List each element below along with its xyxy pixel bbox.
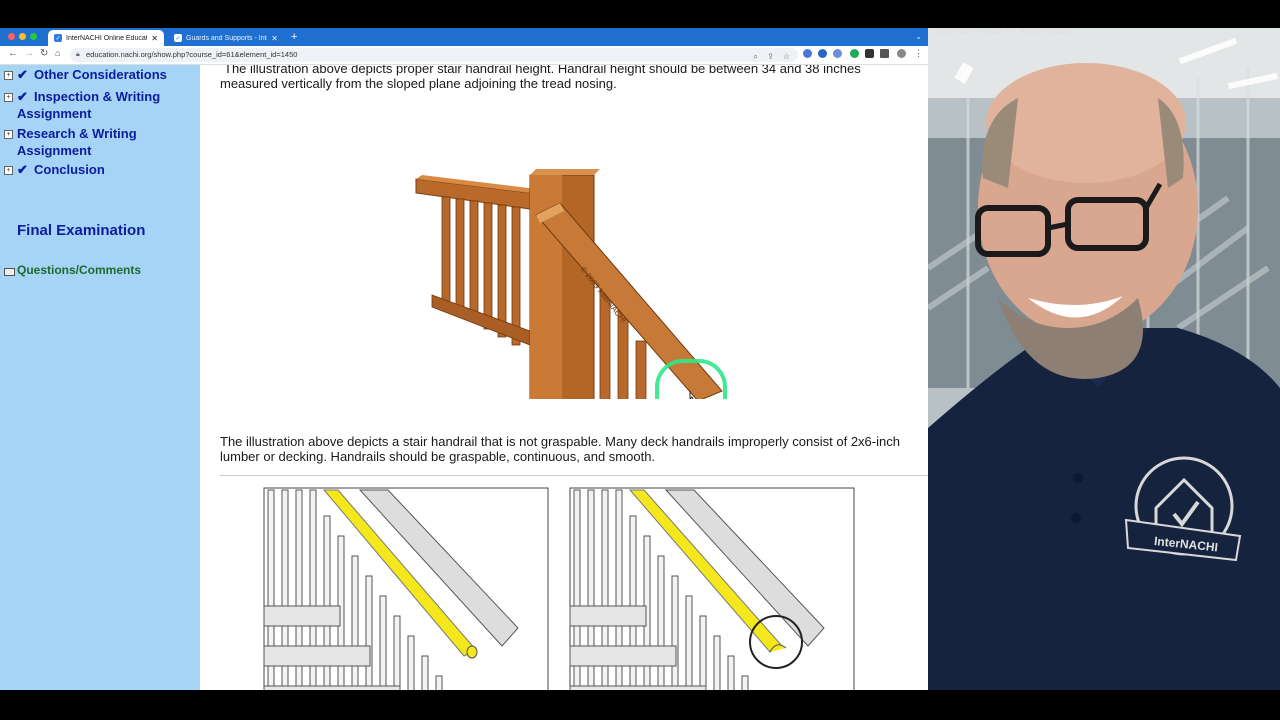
extension-icon[interactable] xyxy=(818,49,827,58)
tab-title: InterNACHI Online Education xyxy=(66,34,148,42)
sidebar-item-label: Inspection & Writing xyxy=(34,89,161,104)
sidebar-panel-icon[interactable] xyxy=(880,49,889,58)
close-tab-icon[interactable]: ✕ xyxy=(271,34,278,43)
sidebar-item-label: Assignment xyxy=(17,143,92,158)
tab-guards-and-supports[interactable]: ✓ Guards and Supports - InterNACHI ✕ xyxy=(168,30,284,46)
webcam-title: Quick Camera: [C922 Pro Stream Webcam] xyxy=(936,28,1073,35)
questions-comments-link[interactable]: Questions/Comments xyxy=(17,263,141,277)
zoom-icon[interactable]: ⌕ xyxy=(754,50,758,64)
sidebar-item-label: Conclusion xyxy=(34,162,105,177)
new-tab-icon[interactable]: + xyxy=(291,31,297,43)
forward-icon[interactable]: → xyxy=(24,48,34,59)
check-icon: ✔ xyxy=(17,162,28,177)
favicon-icon: ✓ xyxy=(54,34,62,42)
lock-icon: 🔒︎ xyxy=(76,51,80,58)
maximize-window-button[interactable] xyxy=(30,33,37,40)
sidebar-item-label: Research & Writing xyxy=(17,126,137,141)
course-sidebar: + ✔ Other Considerations + ✔ Inspection … xyxy=(0,65,200,690)
tab-internachi-education[interactable]: ✓ InterNACHI Online Education ✕ xyxy=(48,30,164,46)
close-tab-icon[interactable]: ✕ xyxy=(151,34,158,43)
profile-avatar[interactable] xyxy=(897,49,906,58)
expand-icon[interactable]: + xyxy=(4,166,13,175)
final-examination-link[interactable]: Final Examination xyxy=(17,222,145,239)
presenter-video: InterNACHI xyxy=(928,28,1280,690)
browser-toolbar: ← → ↻ ⌂ 🔒︎ education.nachi.org/show.php?… xyxy=(0,46,928,65)
illustration-handrail-comparison xyxy=(220,475,928,690)
window-controls xyxy=(8,33,37,40)
kebab-menu-icon[interactable]: ⋮ xyxy=(914,48,923,59)
check-icon: ✔ xyxy=(17,89,28,104)
extension-icon[interactable] xyxy=(833,49,842,58)
extension-icon[interactable] xyxy=(803,49,812,58)
paragraph-graspable-handrail: The illustration above depicts a stair h… xyxy=(220,434,900,464)
expand-icon[interactable]: + xyxy=(4,71,13,80)
expand-icon[interactable]: + xyxy=(4,130,13,139)
handrail-diagram-right xyxy=(569,487,855,690)
url-text: education.nachi.org/show.php?course_id=6… xyxy=(86,50,298,59)
back-icon[interactable]: ← xyxy=(8,48,18,59)
mail-icon xyxy=(4,268,15,276)
handrail-diagram-left xyxy=(263,487,549,690)
minimize-window-button[interactable] xyxy=(19,33,26,40)
bookmark-star-icon[interactable]: ☆ xyxy=(783,50,790,64)
chevron-down-icon[interactable]: ⌄ xyxy=(915,32,922,41)
extension-icon[interactable] xyxy=(850,49,859,58)
home-icon[interactable]: ⌂ xyxy=(55,48,60,58)
sidebar-item-label: Other Considerations xyxy=(34,67,167,82)
reload-icon[interactable]: ↻ xyxy=(40,48,48,59)
address-bar[interactable]: 🔒︎ education.nachi.org/show.php?course_i… xyxy=(70,48,798,62)
puzzle-extensions-icon[interactable] xyxy=(865,49,874,58)
share-icon[interactable]: ⇪ xyxy=(767,50,774,64)
check-icon: ✔ xyxy=(17,67,28,82)
tab-title: Guards and Supports - InterNACHI xyxy=(186,34,267,42)
tab-bar: ✓ InterNACHI Online Education ✕ ✓ Guards… xyxy=(0,28,928,46)
expand-icon[interactable]: + xyxy=(4,93,13,102)
browser-window: ✓ InterNACHI Online Education ✕ ✓ Guards… xyxy=(0,28,928,690)
paragraph-handrail-height: The illustration above depicts proper st… xyxy=(220,65,861,91)
lesson-content: The illustration above depicts proper st… xyxy=(200,65,928,690)
sidebar-item-label: Assignment xyxy=(17,106,92,121)
letterbox-bar xyxy=(0,690,1280,720)
favicon-icon: ✓ xyxy=(174,34,182,42)
illustration-ungraspable-handrail: © 2009 InterNACHI xyxy=(415,169,727,399)
webcam-feed: InterNACHI Quick Camera: [C922 Pro Strea… xyxy=(928,28,1280,690)
close-window-button[interactable] xyxy=(8,33,15,40)
